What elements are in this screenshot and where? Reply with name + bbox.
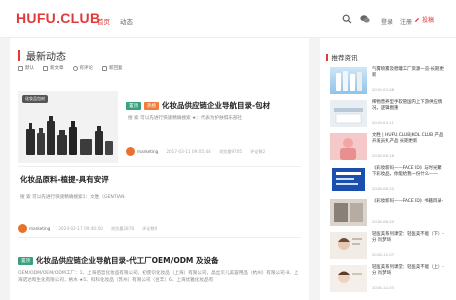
post-excerpt: 搜 索 可以先进行快速精确搜索1：文胜（GENTIAN [20,195,125,200]
sidebar-heading: 推荐资讯 [326,52,358,62]
pen-icon [415,17,420,22]
post-button[interactable]: 投稿 [414,15,434,24]
reply-icon [102,65,107,71]
heading-accent-bar [18,50,20,61]
top-navbar: HUFU.CLUB 首页 动态 登录 注册 投稿 [0,0,456,38]
comment-icon [72,65,78,71]
sidebar-item[interactable]: 轻医美系列课堂：轻医美不能（上）- 分 肖梦琦 2018-12-03 [330,265,450,295]
post-date: 2024-02-17 09:40:50 [58,226,103,231]
pin-tag: 置顶 [18,256,33,265]
wechat-icon[interactable] [360,14,370,24]
sidebar-item-date: 2019-03-11 [372,120,395,125]
view-count: 浏览量2878 [110,225,135,231]
comment-count[interactable]: 评论数0 [142,226,157,232]
sidebar-item-date: 2018-12-07 [372,252,395,257]
sidebar-item-date: 2018-06-20 [372,186,395,191]
sidebar-thumbnail[interactable] [330,232,367,259]
sidebar-item-date: 2018-12-03 [372,285,395,290]
sidebar-title: 推荐资讯 [331,54,358,62]
nav-home[interactable]: 首页 [97,16,110,26]
author-name[interactable]: marketing [137,149,158,154]
post-meta: marketing 2017-03-11 09:05:44 浏览量9705 评论… [126,147,265,156]
sidebar-thumbnail[interactable] [330,67,367,94]
sidebar-thumbnail[interactable] [330,265,367,292]
sidebar-item-title[interactable]: 《彩妆新码——FACE ID》与时光聚下彩妆品，你能给我一份什么—— [372,166,446,178]
post-title[interactable]: 化妆品供应链企业导航目录-包材 [162,101,270,110]
filter-new-replies[interactable]: 新回复 [102,65,123,71]
sidebar-thumbnail[interactable] [330,133,367,160]
list-icon [18,65,23,71]
sidebar: 推荐资讯 气雾喷雾及稳罐工厂资源一览-长期更新 2019-03-08 稀物营养型… [320,38,456,300]
post-excerpt: OEM/ODM/OEM/ODM工厂：1、上海佰哲化妆品有限公司，初使识化妆品（上… [18,271,299,283]
site-logo[interactable]: HUFU.CLUB [16,10,100,26]
section-heading: 最新动态 [18,48,66,63]
sidebar-item[interactable]: 文胜 | HUFU.CLUB|KOL CLUB 产品开发员扎产品 长期更新 20… [330,133,450,163]
view-count: 浏览量9705 [218,148,243,154]
post-title-row: 置顶 热榜 化妆品供应链企业导航目录-包材 [126,95,301,114]
sidebar-item-date: 2019-03-08 [372,87,395,92]
post-meta: marketing 2024-02-17 09:40:50 浏览量2878 评论… [18,224,157,233]
sidebar-item-date: 2018-06-20 [372,219,395,224]
section-title-text: 最新动态 [26,52,66,63]
doc-icon [43,65,48,71]
post-title[interactable]: 化妆品原料-植提-具有安评 [20,174,109,185]
hot-tag: 热榜 [144,101,159,110]
sidebar-item-title[interactable]: 气雾喷雾及稳罐工厂资源一览-长期更新 [372,67,446,79]
post-button-label: 投稿 [422,17,435,24]
sidebar-item-title[interactable]: 文胜 | HUFU.CLUB|KOL CLUB 产品开发员扎产品 长期更新 [372,133,446,145]
sidebar-item[interactable]: 《彩妆新码——FACE ID》书籍目录- 2018-06-20 [330,199,450,229]
author-name[interactable]: marketing [29,226,50,231]
divider [18,166,301,167]
sidebar-item[interactable]: 稀物营养型手软管国内上下游供应情况，逻辑图重 2019-03-11 [330,100,450,130]
sidebar-item-title[interactable]: 《彩妆新码——FACE ID》书籍目录- [372,199,446,205]
sidebar-item-title[interactable]: 稀物营养型手软管国内上下游供应情况，逻辑图重 [372,100,446,112]
post-date: 2017-03-11 09:05:44 [166,149,211,154]
thumbnail-badge: 化妆品包材 [22,95,48,103]
sidebar-thumbnail[interactable] [330,100,367,127]
sidebar-item[interactable]: 《彩妆新码——FACE ID》与时光聚下彩妆品，你能给我一份什么—— 2018-… [330,166,450,196]
post-thumbnail[interactable]: 化妆品包材 [18,91,118,163]
register-link[interactable]: 注册 [400,17,412,26]
filter-new-articles[interactable]: 新文章 [43,65,64,71]
filter-with-comments[interactable]: 有评论 [72,65,93,71]
sidebar-thumbnail[interactable] [330,199,367,226]
sidebar-item-title[interactable]: 轻医美系列课堂：轻医美不能（上）- 分 肖梦琦 [372,265,446,277]
post-title[interactable]: 化妆品供应链企业导航目录-代工厂OEM/ODM 及设备 [36,256,219,265]
sidebar-item-title[interactable]: 轻医美系列课堂：轻医美不能（下）- 分 肖梦琦 [372,232,446,244]
post-item[interactable]: 化妆品包材 置顶 热榜 化妆品供应链企业导航目录-包材 搜 索 可以先进行快速精… [18,91,301,169]
main-content: 最新动态 默认 新文章 有评论 新回复 化妆品包材 置顶 热榜 化妆品供应链企业… [10,38,309,300]
nav-dynamic[interactable]: 动态 [120,16,133,26]
comment-count[interactable]: 评论数2 [250,149,265,155]
post-title-row: 置顶 化妆品供应链企业导航目录-代工厂OEM/ODM 及设备 [18,250,301,269]
sidebar-item[interactable]: 轻医美系列课堂：轻医美不能（下）- 分 肖梦琦 2018-12-07 [330,232,450,262]
heading-accent-bar [326,53,328,61]
sidebar-item-date: 2018-06-16 [372,153,395,158]
author-avatar[interactable] [18,224,27,233]
author-avatar[interactable] [126,147,135,156]
search-icon[interactable] [342,14,352,24]
filter-default[interactable]: 默认 [18,65,34,71]
post-item[interactable]: 置顶 化妆品供应链企业导航目录-代工厂OEM/ODM 及设备 OEM/ODM/OE… [18,250,301,300]
divider [18,237,301,238]
pin-tag: 置顶 [126,101,141,110]
bottles-image [26,116,113,155]
sidebar-thumbnail[interactable] [330,166,367,193]
sort-filters: 默认 新文章 有评论 新回复 [18,65,123,71]
login-link[interactable]: 登录 [381,17,393,26]
sidebar-item[interactable]: 气雾喷雾及稳罐工厂资源一览-长期更新 2019-03-08 [330,67,450,97]
post-excerpt: 搜 索 可以先进行快速精确搜索 ★：代表为护肤俱乐部社 [128,116,243,121]
post-item[interactable]: 化妆品原料-植提-具有安评 搜 索 可以先进行快速精确搜索1：文胜（GENTIA… [18,174,301,234]
